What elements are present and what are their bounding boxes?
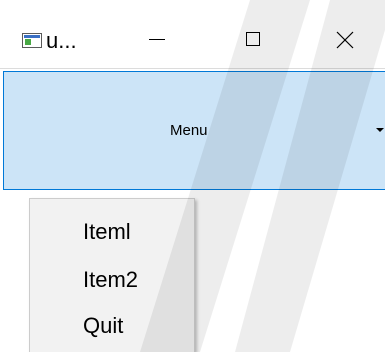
maximize-button[interactable] bbox=[225, 18, 283, 62]
minimize-icon bbox=[149, 39, 165, 40]
menu-item-quit[interactable]: Quit bbox=[83, 313, 123, 339]
menu-button-label: Menu bbox=[170, 122, 208, 139]
dropdown-menu: Iteml Item2 Quit bbox=[29, 198, 195, 352]
app-window-icon bbox=[22, 33, 42, 48]
close-icon bbox=[336, 31, 354, 49]
menu-item-item1[interactable]: Iteml bbox=[83, 219, 131, 245]
minimize-button[interactable] bbox=[128, 18, 186, 62]
window-title: u... bbox=[46, 28, 77, 53]
menu-button[interactable]: Menu bbox=[3, 71, 385, 190]
dropdown-arrow-icon bbox=[376, 128, 384, 132]
title-bar: u... bbox=[0, 0, 385, 69]
menu-item-item2[interactable]: Item2 bbox=[83, 267, 138, 293]
close-button[interactable] bbox=[316, 18, 374, 62]
maximize-icon bbox=[246, 32, 260, 46]
